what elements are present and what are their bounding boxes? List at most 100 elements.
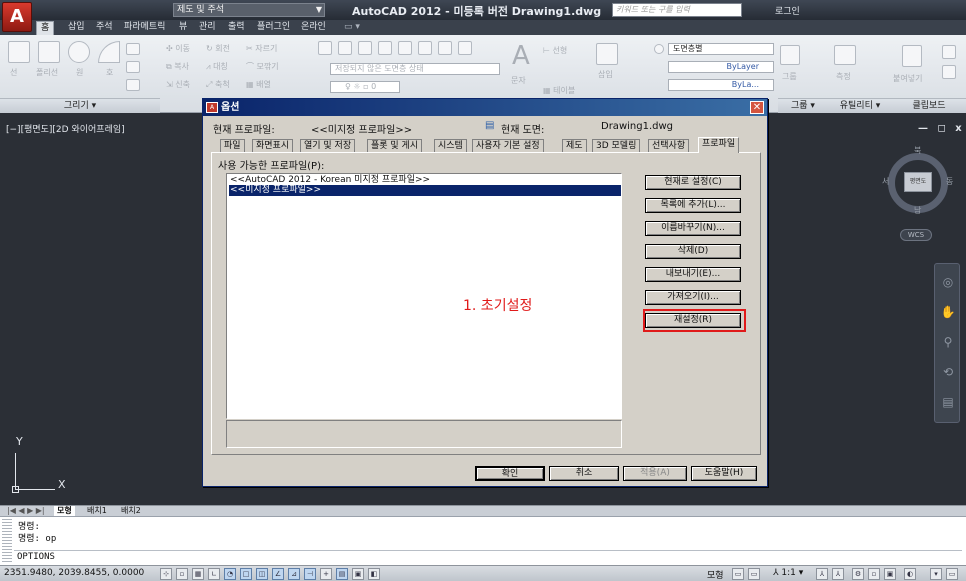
cancel-button[interactable]: 취소	[549, 466, 619, 481]
ribbon-minimize-icon[interactable]: ▭ ▾	[340, 21, 364, 35]
import-button[interactable]: 가져오기(I)...	[645, 290, 741, 305]
tab-insert[interactable]: 삽입	[64, 21, 89, 35]
coordinate-readout[interactable]: 2351.9480, 2039.8455, 0.0000	[4, 568, 144, 578]
zoom-icon[interactable]: ⚲	[940, 334, 956, 350]
delete-button[interactable]: 삭제(D)	[645, 244, 741, 259]
steering-wheel-icon[interactable]: ◎	[940, 274, 956, 290]
ok-button[interactable]: 확인	[475, 466, 545, 481]
osnap-toggle[interactable]: □	[240, 568, 252, 580]
tab-annotate[interactable]: 주석	[92, 21, 117, 35]
fillet-tool[interactable]: ⌒ 모깎기	[246, 61, 279, 72]
login-link[interactable]: 로그인	[775, 4, 800, 17]
command-input[interactable]: OPTIONS	[14, 550, 962, 564]
trim-tool[interactable]: ✂ 자르기	[246, 43, 277, 54]
tab-view[interactable]: 뷰	[175, 21, 191, 35]
compass-east[interactable]: 동	[946, 176, 953, 187]
tab-user-preferences[interactable]: 사용자 기본 설정	[472, 139, 544, 153]
3d-osnap-toggle[interactable]: ◫	[256, 568, 268, 580]
region-icon[interactable]	[126, 79, 140, 91]
layer-freeze-icon[interactable]	[398, 41, 412, 55]
auto-scale-icon[interactable]: ⅄	[832, 568, 844, 580]
isolate-objects-icon[interactable]: ◐	[904, 568, 916, 580]
tab-online[interactable]: 온라인	[297, 21, 330, 35]
linetype-dropdown[interactable]: ByLayer	[668, 61, 774, 73]
layer-color-dropdown[interactable]: 도면층별	[668, 43, 774, 55]
dyn-toggle[interactable]: ⊣	[304, 568, 316, 580]
profile-list[interactable]: <<AutoCAD 2012 - Korean 미지정 프로파일>> <<미지정…	[226, 173, 622, 419]
layer-previous-icon[interactable]	[358, 41, 372, 55]
layer-isolate-icon[interactable]	[378, 41, 392, 55]
hardware-acceleration-icon[interactable]: ▣	[884, 568, 896, 580]
rectangle-icon[interactable]	[126, 43, 140, 55]
ducs-toggle[interactable]: ⊿	[288, 568, 300, 580]
drawing-window-controls[interactable]: — ◻ x	[918, 123, 965, 134]
quick-view-layouts-icon[interactable]: ▭	[732, 568, 744, 580]
pan-hand-icon[interactable]: ✋	[940, 304, 956, 320]
panel-clipboard-title[interactable]: 클립보드	[892, 98, 966, 113]
compass-west[interactable]: 서	[882, 176, 889, 187]
table-tool[interactable]: ▦ 테이블	[543, 85, 575, 96]
rename-button[interactable]: 이름바꾸기(N)...	[645, 221, 741, 236]
workspace-dropdown[interactable]: 제도 및 주석 ▼	[173, 3, 325, 17]
lineweight-toggle[interactable]: +	[320, 568, 332, 580]
clean-screen-icon[interactable]: ▭	[946, 568, 958, 580]
stretch-tool[interactable]: ⇲ 신축	[166, 79, 190, 90]
set-current-button[interactable]: 현재로 설정(C)	[645, 175, 741, 190]
orbit-icon[interactable]: ⟲	[940, 364, 956, 380]
panel-utilities-title[interactable]: 유틸리티 ▾	[828, 98, 892, 113]
apply-button[interactable]: 적용(A)	[623, 466, 687, 481]
cut-icon[interactable]	[942, 45, 956, 59]
help-button[interactable]: 도움말(H)	[691, 466, 757, 481]
tab-display[interactable]: 화면표시	[252, 139, 294, 153]
model-space-button[interactable]: 모형	[707, 568, 724, 581]
annotation-scale-dropdown[interactable]: ⅄ 1:1 ▾	[773, 568, 803, 578]
circle-icon[interactable]	[68, 41, 90, 63]
quick-properties-toggle[interactable]: ▣	[352, 568, 364, 580]
compass-north[interactable]: 북	[914, 145, 921, 156]
help-search-input[interactable]: 키워드 또는 구를 입력	[612, 3, 742, 17]
tab-plugins[interactable]: 플러그인	[253, 21, 294, 35]
export-button[interactable]: 내보내기(E)...	[645, 267, 741, 282]
infer-constraints-toggle[interactable]: ⊹	[160, 568, 172, 580]
snap-toggle[interactable]: ▫	[176, 568, 188, 580]
lock-ui-icon[interactable]: ▫	[868, 568, 880, 580]
dialog-close-button[interactable]: ✕	[750, 101, 764, 114]
layer-match-icon[interactable]	[338, 41, 352, 55]
dialog-title-bar[interactable]: 옵션	[203, 99, 767, 116]
quick-view-drawings-icon[interactable]: ▭	[748, 568, 760, 580]
ortho-toggle[interactable]: ∟	[208, 568, 220, 580]
scale-tool[interactable]: ⤢ 축척	[206, 79, 230, 90]
copy-tool[interactable]: ⧉ 복사	[166, 61, 189, 72]
viewport-controls[interactable]: [−][평면도][2D 와이어프레임]	[6, 122, 125, 135]
compass-south[interactable]: 남	[914, 205, 921, 216]
current-layer-dropdown[interactable]: ♀ ☼ ▫ 0	[330, 81, 400, 93]
array-tool[interactable]: ▦ 배열	[246, 79, 271, 90]
otrack-toggle[interactable]: ∠	[272, 568, 284, 580]
application-menu-button[interactable]: A	[2, 2, 32, 32]
add-to-list-button[interactable]: 목록에 추가(L)...	[645, 198, 741, 213]
hatch-icon[interactable]	[126, 61, 140, 73]
annotation-visibility-icon[interactable]: ⅄	[816, 568, 828, 580]
tab-manage[interactable]: 관리	[195, 21, 220, 35]
measure-icon[interactable]	[834, 45, 856, 65]
tab-3d-modeling[interactable]: 3D 모델링	[592, 139, 641, 153]
workspace-switch-icon[interactable]: ⚙	[852, 568, 864, 580]
polyline-icon[interactable]	[38, 41, 60, 63]
rotate-tool[interactable]: ↻ 회전	[206, 43, 230, 54]
mirror-tool[interactable]: ⩘ 대칭	[206, 61, 228, 72]
tab-plot-publish[interactable]: 플롯 및 게시	[367, 139, 423, 153]
viewcube-top-face[interactable]: 평면도	[904, 172, 932, 192]
insert-block-icon[interactable]	[596, 43, 618, 65]
tab-parametric[interactable]: 파라메트릭	[120, 21, 169, 35]
tab-open-save[interactable]: 열기 및 저장	[300, 139, 356, 153]
list-item[interactable]: <<미지정 프로파일>>	[229, 185, 621, 196]
tab-output[interactable]: 출력	[224, 21, 249, 35]
tab-files[interactable]: 파일	[220, 139, 245, 153]
arc-icon[interactable]	[98, 41, 120, 63]
polar-toggle[interactable]: ◔	[224, 568, 236, 580]
selection-cycling-toggle[interactable]: ◧	[368, 568, 380, 580]
layer-properties-icon[interactable]	[318, 41, 332, 55]
status-menu-icon[interactable]: ▾	[930, 568, 942, 580]
paste-icon[interactable]	[902, 45, 922, 67]
grid-toggle[interactable]: ▦	[192, 568, 204, 580]
